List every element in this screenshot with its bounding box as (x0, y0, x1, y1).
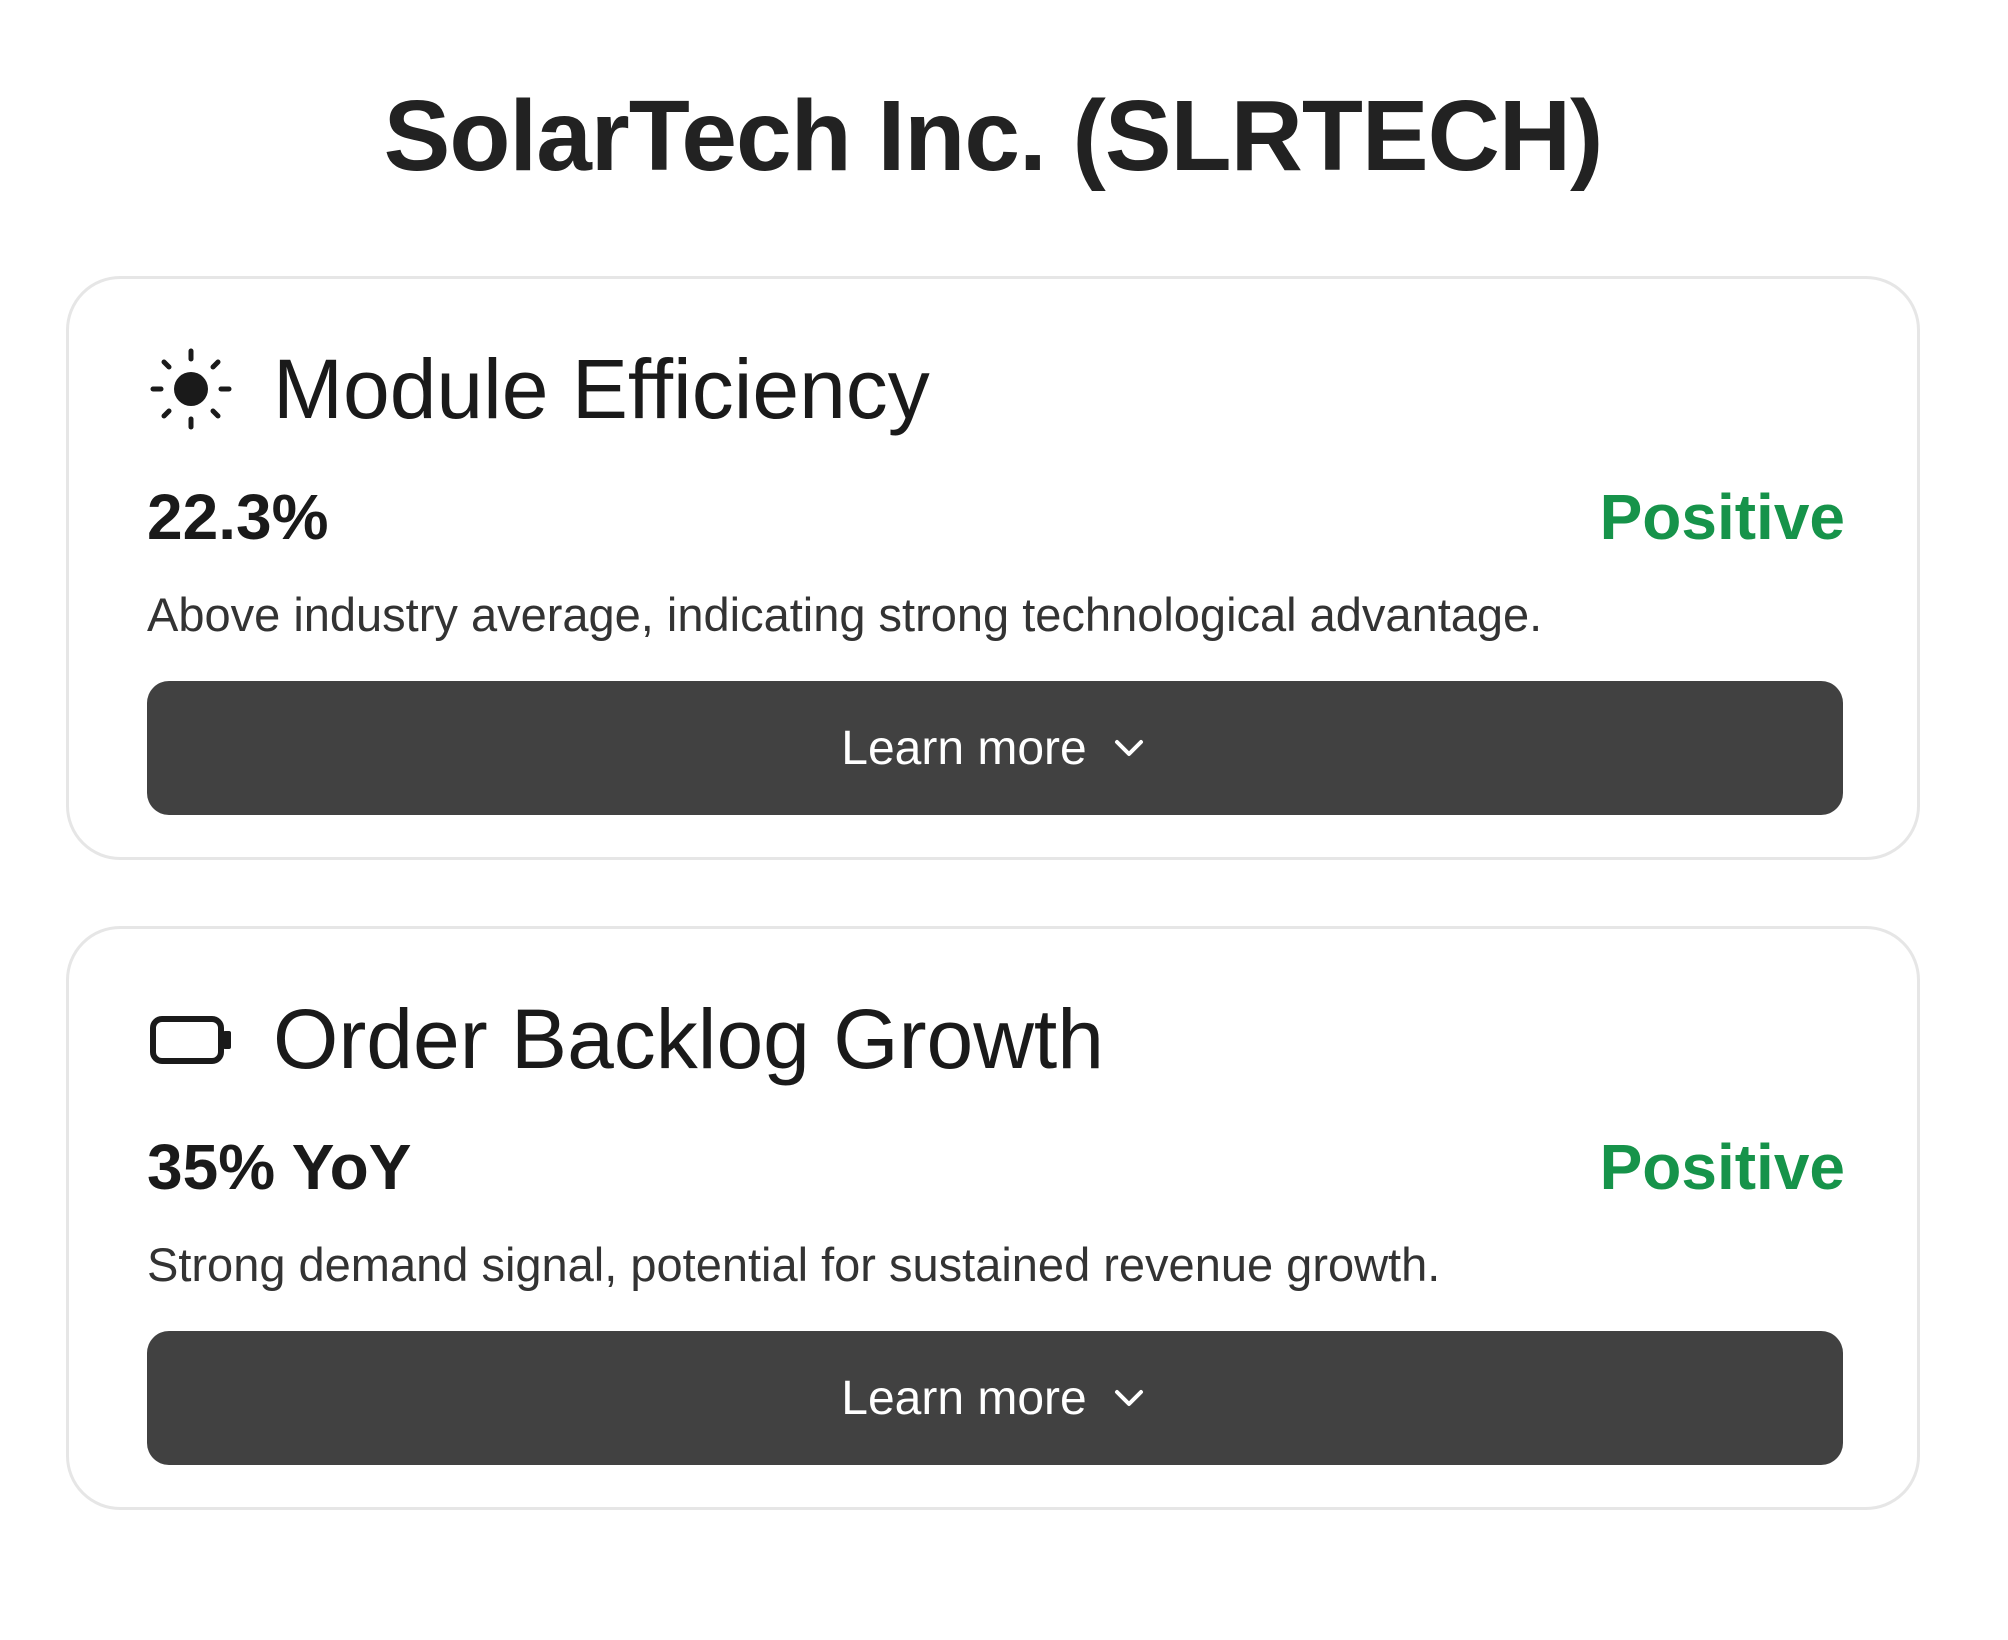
metric-card-module-efficiency: Module Efficiency 22.3% Positive Above i… (66, 276, 1920, 860)
status-badge: Positive (1599, 1131, 1845, 1203)
card-header: Module Efficiency (147, 339, 930, 439)
chevron-down-icon (1109, 728, 1149, 768)
metric-value: 35% YoY (147, 1131, 412, 1203)
metric-value: 22.3% (147, 481, 329, 553)
sun-icon (147, 345, 235, 433)
status-badge: Positive (1599, 481, 1845, 553)
card-title: Order Backlog Growth (273, 992, 1104, 1086)
chevron-down-icon (1109, 1378, 1149, 1418)
page-title: SolarTech Inc. (SLRTECH) (383, 80, 1604, 192)
card-title: Module Efficiency (273, 342, 930, 436)
learn-more-label: Learn more (841, 1371, 1087, 1425)
metric-card-order-backlog: Order Backlog Growth 35% YoY Positive St… (66, 926, 1920, 1510)
card-header: Order Backlog Growth (147, 989, 1104, 1089)
learn-more-button[interactable]: Learn more (147, 681, 1843, 815)
metric-description: Above industry average, indicating stron… (147, 588, 1543, 641)
learn-more-label: Learn more (841, 721, 1087, 775)
battery-icon (147, 995, 235, 1083)
learn-more-button[interactable]: Learn more (147, 1331, 1843, 1465)
metric-description: Strong demand signal, potential for sust… (147, 1238, 1441, 1291)
